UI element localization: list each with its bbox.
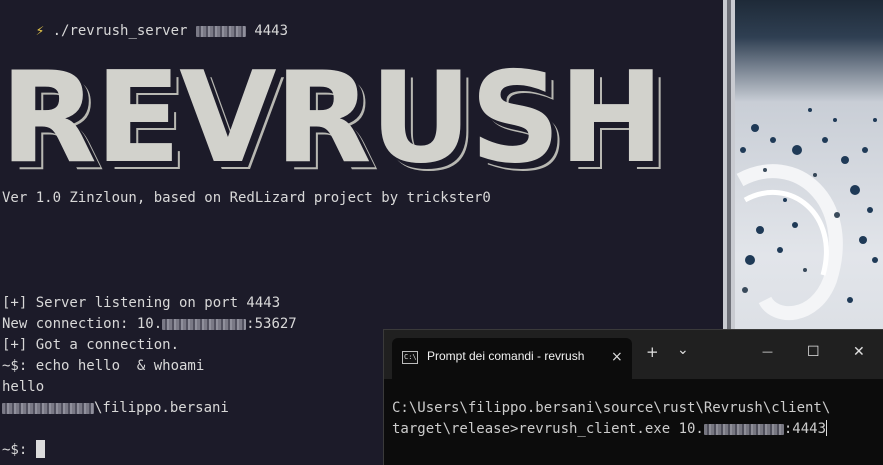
maximize-button[interactable]: ☐: [807, 342, 820, 362]
redacted-ip: [195, 25, 246, 37]
cmd-line-path: C:\Users\filippo.bersani\source\rust\Rev…: [392, 400, 831, 416]
cmd-output[interactable]: C:\Users\filippo.bersani\source\rust\Rev…: [392, 398, 830, 440]
close-window-button[interactable]: ✕: [853, 342, 865, 362]
new-connection-prefix: New connection: 10.: [2, 316, 163, 332]
final-prompt-line[interactable]: ~$:: [2, 440, 45, 461]
redacted-ip: [162, 318, 247, 330]
cmd-window[interactable]: Prompt dei comandi - revrush × + ⌄ — ☐ ✕…: [383, 329, 883, 465]
banner-text: REVRUSH: [0, 44, 664, 191]
echo-command-line: ~$: echo hello & whoami: [2, 358, 205, 374]
tab-command-prompt[interactable]: Prompt dei comandi - revrush ×: [392, 338, 632, 379]
cmd-command-port: :4443: [783, 421, 827, 437]
version-line: Ver 1.0 Zinzloun, based on RedLizard pro…: [2, 190, 491, 206]
minimize-button[interactable]: —: [762, 342, 773, 362]
new-tab-button[interactable]: +: [646, 342, 659, 362]
command-port: 4443: [254, 23, 289, 39]
cmd-cursor: [826, 420, 828, 436]
command-text: ./revrush_server: [52, 23, 188, 39]
redacted-ip: [703, 423, 784, 435]
tab-close-icon[interactable]: ×: [611, 349, 623, 365]
dropdown-chevron-icon[interactable]: ⌄: [677, 340, 689, 360]
cmd-command-prefix: target\release>revrush_client.exe 10.: [392, 421, 704, 437]
cmd-icon: [402, 351, 418, 364]
cmd-line-command: target\release>revrush_client.exe 10. :44…: [392, 419, 830, 440]
whoami-output: \filippo.bersani: [2, 398, 229, 419]
command-line: ⚡ ./revrush_server 4443: [2, 0, 288, 39]
final-prompt: ~$:: [2, 442, 36, 458]
lightning-icon: ⚡: [35, 23, 45, 39]
ascii-banner: REVRUSH: [0, 55, 664, 181]
new-connection-line: New connection: 10. :53627: [2, 314, 297, 335]
listening-line: [+] Server listening on port 4443: [2, 295, 281, 311]
hello-output: hello: [2, 379, 45, 395]
got-connection-line: [+] Got a connection.: [2, 337, 180, 353]
tab-title: Prompt dei comandi - revrush: [427, 349, 585, 363]
terminal-cursor: [35, 440, 45, 458]
redacted-domain: [2, 402, 94, 414]
cmd-titlebar[interactable]: Prompt dei comandi - revrush × + ⌄ — ☐ ✕: [384, 330, 883, 379]
new-connection-port: :53627: [246, 316, 297, 332]
whoami-user: \filippo.bersani: [94, 400, 229, 416]
